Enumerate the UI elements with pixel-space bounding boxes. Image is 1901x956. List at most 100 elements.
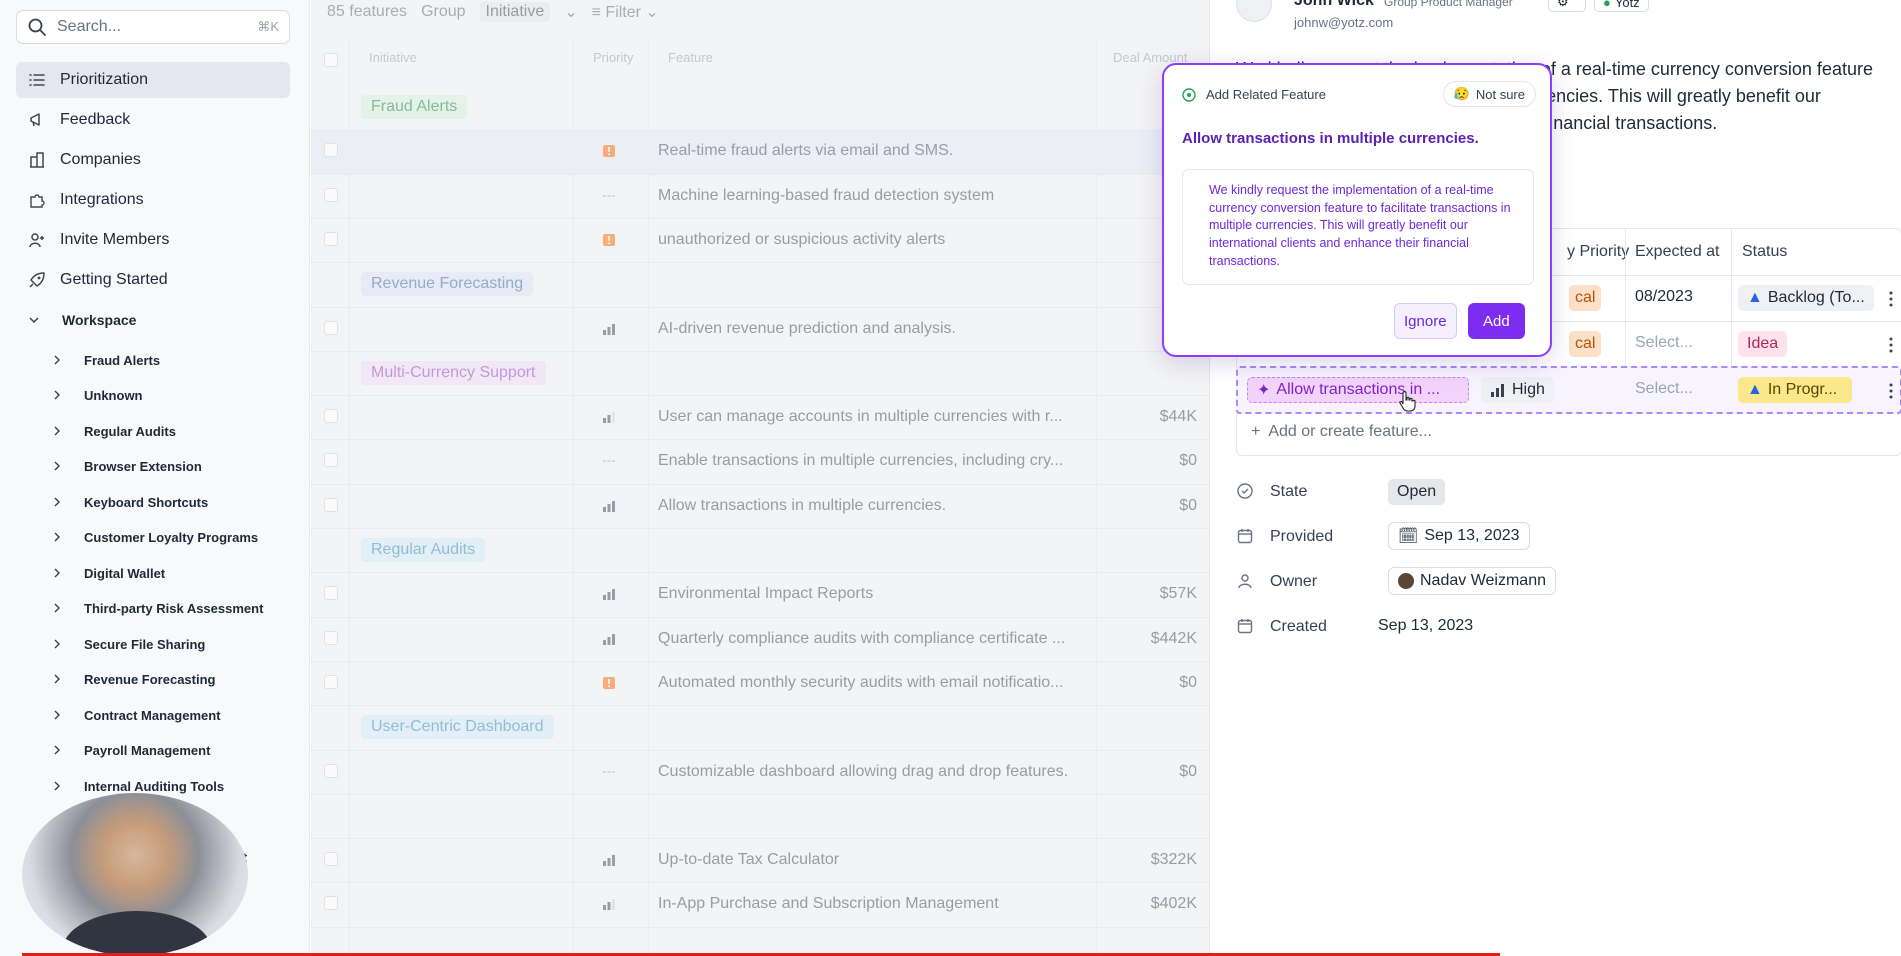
initiative-group-tag[interactable]: Fraud Alerts: [361, 95, 468, 119]
workspace-item[interactable]: Contract Management: [52, 702, 221, 728]
workspace-item[interactable]: Revenue Forecasting: [52, 666, 216, 692]
row-checkbox[interactable]: [324, 409, 338, 424]
settings-chip[interactable]: ⚙: [1548, 0, 1586, 12]
col-feature[interactable]: Feature: [668, 50, 713, 65]
feature-name[interactable]: Up-to-date Tax Calculator: [658, 851, 839, 869]
feature-name[interactable]: Customizable dashboard allowing drag and…: [658, 763, 1068, 781]
row-checkbox[interactable]: [324, 674, 338, 689]
more-vertical-icon[interactable]: [1889, 383, 1893, 399]
row-checkbox[interactable]: [324, 763, 338, 778]
feature-chip[interactable]: ✦ Allow transactions in ...: [1247, 377, 1469, 403]
feature-name[interactable]: Automated monthly security audits with e…: [658, 674, 1064, 692]
nav-integrations[interactable]: Integrations: [16, 182, 290, 218]
medium-priority-icon[interactable]: [602, 410, 616, 424]
row-checkbox[interactable]: [324, 896, 338, 911]
feature-name[interactable]: AI-driven revenue prediction and analysi…: [658, 320, 956, 338]
feature-name[interactable]: Machine learning-based fraud detection s…: [658, 187, 994, 205]
workspace-item-label: Regular Audits: [84, 423, 176, 439]
row-checkbox[interactable]: [324, 143, 338, 158]
ignore-button[interactable]: Ignore: [1394, 303, 1457, 339]
add-button[interactable]: Add: [1468, 303, 1525, 339]
expected-at-select[interactable]: Select...: [1635, 380, 1693, 398]
workspace-item[interactable]: Secure File Sharing: [52, 631, 205, 657]
feature-name[interactable]: User can manage accounts in multiple cur…: [658, 408, 1063, 426]
high-priority-icon[interactable]: [602, 587, 616, 601]
workspace-header[interactable]: Workspace: [28, 312, 136, 328]
status-chip[interactable]: Idea: [1738, 331, 1788, 357]
select-all-checkbox[interactable]: [324, 53, 338, 67]
user-role: Group Product Manager: [1384, 0, 1513, 9]
feature-name[interactable]: Enable transactions in multiple currenci…: [658, 452, 1063, 470]
row-checkbox[interactable]: [324, 852, 338, 867]
high-priority-icon[interactable]: [602, 632, 616, 646]
nav-companies[interactable]: Companies: [16, 142, 290, 178]
avatar: [1236, 0, 1272, 22]
high-priority-icon[interactable]: [602, 499, 616, 513]
feature-name[interactable]: Real-time fraud alerts via email and SMS…: [658, 142, 953, 160]
col-initiative[interactable]: Initiative: [369, 50, 417, 65]
workspace-item[interactable]: Unknown: [52, 382, 143, 408]
confidence-badge[interactable]: 😥 Not sure: [1442, 81, 1536, 107]
company-chip[interactable]: ● Yotz: [1594, 0, 1649, 12]
workspace-item[interactable]: Payroll Management: [52, 737, 210, 763]
sparkle-icon: ✦: [1257, 382, 1271, 399]
expected-at-select[interactable]: Select...: [1635, 334, 1693, 352]
initiative-group-tag[interactable]: User-Centric Dashboard: [361, 715, 554, 740]
urgent-priority-icon[interactable]: [602, 676, 616, 690]
row-checkbox[interactable]: [324, 497, 338, 512]
row-checkbox[interactable]: [324, 320, 338, 335]
search-input[interactable]: Search... ⌘K: [16, 10, 290, 44]
workspace-item[interactable]: Keyboard Shortcuts: [52, 489, 208, 515]
row-checkbox[interactable]: [324, 586, 338, 601]
feature-name[interactable]: Allow transactions in multiple currencie…: [658, 497, 946, 515]
group-select[interactable]: Initiative: [479, 2, 551, 22]
priority-chip[interactable]: High: [1481, 377, 1554, 403]
no-priority-icon[interactable]: [602, 765, 616, 779]
high-priority-icon[interactable]: [602, 853, 616, 867]
initiative-group-tag[interactable]: Multi-Currency Support: [361, 360, 546, 385]
more-vertical-icon[interactable]: [1889, 291, 1893, 307]
workspace-item[interactable]: Browser Extension: [52, 453, 202, 479]
row-checkbox[interactable]: [324, 231, 338, 246]
sidebar: Search... ⌘K Prioritization Feedback Com…: [0, 0, 310, 956]
feature-name[interactable]: In-App Purchase and Subscription Managem…: [658, 895, 999, 913]
high-priority-icon[interactable]: [602, 322, 616, 336]
workspace-item[interactable]: Fraud Alerts: [52, 347, 160, 373]
workspace-item[interactable]: Digital Wallet: [52, 560, 165, 586]
initiative-group-tag[interactable]: Revenue Forecasting: [361, 272, 534, 297]
feature-name[interactable]: Environmental Impact Reports: [658, 585, 873, 603]
nav-prioritization[interactable]: Prioritization: [16, 62, 290, 98]
owner-select[interactable]: Nadav Weizmann: [1388, 567, 1556, 595]
status-chip[interactable]: ▲ Backlog (To...: [1738, 285, 1874, 311]
expected-at-cell[interactable]: 08/2023: [1635, 288, 1693, 306]
status-chip[interactable]: ▲ In Progr...: [1738, 377, 1852, 403]
nav-feedback[interactable]: Feedback: [16, 102, 290, 138]
row-checkbox[interactable]: [324, 453, 338, 468]
nav-invite-members[interactable]: Invite Members: [16, 222, 290, 258]
chevron-right-icon: [54, 639, 60, 649]
priority-chip[interactable]: cal: [1569, 331, 1602, 357]
provided-date-picker[interactable]: 🗓 Sep 13, 2023: [1388, 522, 1530, 550]
workspace-item[interactable]: Third-party Risk Assessment: [52, 595, 263, 621]
state-badge[interactable]: Open: [1388, 479, 1446, 505]
add-feature-button[interactable]: + Add or create feature...: [1251, 423, 1432, 441]
no-priority-icon[interactable]: [602, 454, 616, 468]
priority-chip[interactable]: cal: [1569, 285, 1602, 311]
col-priority[interactable]: Priority: [593, 50, 633, 65]
urgent-priority-icon[interactable]: [602, 233, 616, 247]
row-checkbox[interactable]: [324, 630, 338, 645]
no-priority-icon[interactable]: [602, 189, 616, 203]
nav-getting-started[interactable]: Getting Started: [16, 262, 290, 298]
row-checkbox[interactable]: [324, 187, 338, 202]
initiative-group-tag[interactable]: Regular Audits: [361, 538, 486, 562]
filter-button[interactable]: ≡ Filter ⌄: [592, 2, 659, 22]
provided-date: Sep 13, 2023: [1424, 527, 1520, 544]
urgent-priority-icon[interactable]: [602, 144, 616, 158]
feature-name[interactable]: unauthorized or suspicious activity aler…: [658, 231, 945, 249]
medium-priority-icon[interactable]: [602, 897, 616, 911]
workspace-item[interactable]: Customer Loyalty Programs: [52, 524, 258, 550]
more-vertical-icon[interactable]: [1889, 337, 1893, 353]
workspace-item-label: Customer Loyalty Programs: [84, 529, 259, 545]
workspace-item[interactable]: Regular Audits: [52, 418, 176, 444]
feature-name[interactable]: Quarterly compliance audits with complia…: [658, 630, 1065, 648]
